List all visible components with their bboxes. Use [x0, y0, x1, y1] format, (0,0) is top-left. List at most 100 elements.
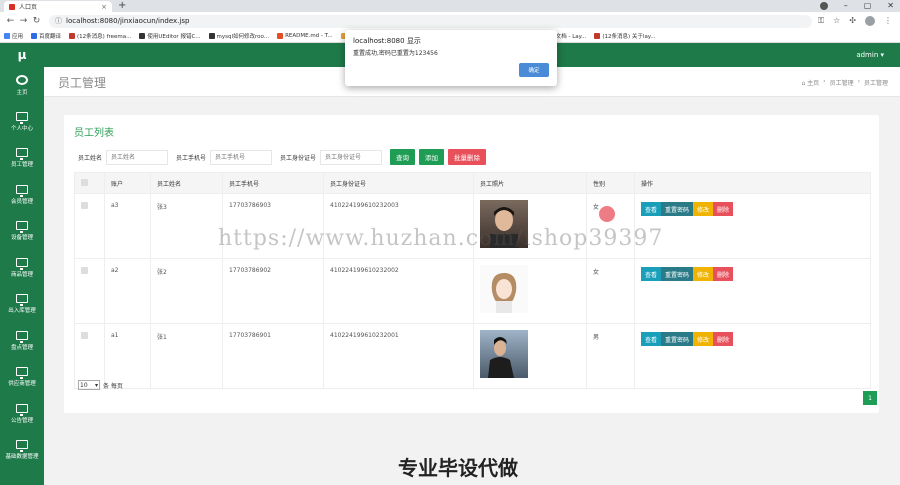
sidebar-item[interactable]: 会员管理 [0, 177, 44, 214]
col-phone: 员工手机号 [222, 172, 324, 194]
browser-tab[interactable]: 人口页 × [4, 1, 112, 12]
sidebar-item[interactable]: 员工管理 [0, 140, 44, 177]
bookmark-item[interactable]: README.md - T... [277, 33, 333, 39]
phone-search-input[interactable] [210, 149, 273, 165]
info-icon[interactable]: ⓘ [55, 16, 62, 26]
promo-caption: 专业毕设代做 [398, 456, 518, 480]
breadcrumb: ⌂ 主页 › 员工管理 › 员工管理 [801, 78, 888, 87]
extensions-icon[interactable]: ✣ [849, 16, 856, 26]
filter-bar: 员工姓名 员工手机号 员工身份证号 查询 添加 批量删除 [78, 149, 487, 165]
url-field[interactable]: ⓘ localhost:8080/jinxiaocun/index.jsp [49, 14, 813, 28]
forward-icon[interactable]: → [17, 16, 30, 26]
bookmark-label: mysql如何修改roo... [216, 34, 270, 40]
view-button[interactable]: 查看 [641, 332, 662, 346]
sidebar-item[interactable]: 盘点管理 [0, 323, 44, 360]
dashboard-icon [16, 74, 28, 85]
bookmark-label: README.md - T... [285, 33, 333, 39]
add-button[interactable]: 添加 [419, 149, 445, 165]
edit-button[interactable]: 修改 [693, 332, 714, 346]
view-button[interactable]: 查看 [641, 202, 662, 216]
alert-dialog: localhost:8080 显示 重置成功,密码已重置为123456 确定 [345, 30, 557, 86]
monitor-icon [16, 294, 28, 307]
breadcrumb-item[interactable]: ⌂ 主页 [801, 78, 819, 87]
bookmark-item[interactable]: 使用UEditor 报错C... [139, 32, 201, 40]
dialog-ok-button[interactable]: 确定 [519, 63, 549, 77]
sidebar-item[interactable]: 出入库管理 [0, 286, 44, 323]
back-icon[interactable]: ← [4, 16, 17, 26]
profile-circle-icon[interactable] [819, 2, 828, 10]
view-button[interactable]: 查看 [641, 267, 662, 281]
app-logo[interactable]: μ [0, 43, 44, 67]
row-actions: 查看 重置密码 修改 删除 [641, 202, 864, 216]
cell-photo [473, 258, 587, 324]
sidebar-item-label: 设备管理 [10, 235, 33, 242]
cell-idcard: 410224199610232001 [323, 323, 474, 389]
bookmark-label: (12条消息) freema... [77, 34, 132, 40]
cell-actions: 查看 重置密码 修改 删除 [634, 258, 871, 324]
page-title: 员工管理 [58, 76, 107, 90]
sidebar-item[interactable]: 商品管理 [0, 250, 44, 287]
star-icon[interactable]: ☆ [833, 16, 840, 26]
key-icon[interactable]: ⚿ [818, 16, 824, 26]
sidebar-item-label: 员工管理 [10, 162, 33, 169]
page-size-select[interactable]: 10 ▾ [78, 380, 100, 390]
delete-button[interactable]: 删除 [713, 332, 734, 346]
menu-icon[interactable]: ⋮ [884, 16, 892, 26]
maximize-icon[interactable]: ▢ [864, 0, 872, 12]
page-size-suffix: 条 每页 [103, 382, 123, 390]
table-header-row: 账户 员工姓名 员工手机号 员工身份证号 员工照片 性别 操作 [74, 172, 871, 194]
reset-password-button[interactable]: 重置密码 [661, 332, 694, 346]
sidebar-item-label: 商品管理 [10, 271, 33, 278]
search-button[interactable]: 查询 [390, 149, 416, 165]
cell-account: a3 [104, 193, 151, 259]
name-search-input[interactable] [106, 149, 169, 165]
row-checkbox[interactable] [81, 332, 88, 339]
admin-menu[interactable]: admin ▾ [856, 43, 884, 67]
cell-phone: 17703786901 [222, 323, 324, 389]
list-title: 员工列表 [74, 128, 114, 139]
breadcrumb-item[interactable]: 员工管理 [830, 78, 854, 87]
reset-password-button[interactable]: 重置密码 [661, 267, 694, 281]
sidebar-item[interactable]: 公告管理 [0, 396, 44, 433]
tab-close-icon[interactable]: × [101, 3, 107, 11]
minimize-icon[interactable]: – [844, 0, 848, 12]
batch-delete-button[interactable]: 批量删除 [448, 149, 487, 165]
row-actions: 查看 重置密码 修改 删除 [641, 332, 864, 346]
reload-icon[interactable]: ↻ [30, 16, 43, 26]
reset-password-button[interactable]: 重置密码 [661, 202, 694, 216]
bookmark-item[interactable]: mysql如何修改roo... [208, 32, 270, 40]
new-tab-button[interactable]: + [118, 0, 126, 12]
sidebar-item[interactable]: 供应商管理 [0, 359, 44, 396]
dialog-title: localhost:8080 显示 [353, 37, 421, 45]
cell-photo [473, 323, 587, 389]
select-all-checkbox[interactable] [81, 178, 88, 186]
sidebar-item[interactable]: 个人中心 [0, 104, 44, 141]
row-actions: 查看 重置密码 修改 删除 [641, 267, 864, 281]
bookmark-favicon-icon [277, 33, 284, 39]
page-number-button[interactable]: 1 [863, 391, 877, 405]
row-checkbox[interactable] [81, 267, 88, 274]
breadcrumb-item[interactable]: 员工管理 [864, 78, 888, 87]
col-idcard: 员工身份证号 [323, 172, 474, 194]
tab-title: 人口页 [19, 4, 38, 11]
bookmark-item[interactable]: 百度翻译 [31, 32, 61, 40]
close-window-icon[interactable]: ✕ [887, 0, 894, 12]
edit-button[interactable]: 修改 [693, 267, 714, 281]
filter-label-idcard: 员工身份证号 [280, 154, 317, 162]
row-checkbox[interactable] [81, 202, 88, 209]
bookmark-item[interactable]: (12条消息) 关于lay... [594, 32, 656, 40]
bookmark-item[interactable]: 应用 [4, 32, 23, 40]
sidebar-item[interactable]: 设备管理 [0, 213, 44, 250]
idcard-search-input[interactable] [320, 149, 383, 165]
profile-avatar-icon[interactable] [865, 16, 875, 26]
edit-button[interactable]: 修改 [693, 202, 714, 216]
bookmark-item[interactable]: (12条消息) freema... [69, 32, 131, 40]
employee-table: 账户 员工姓名 员工手机号 员工身份证号 员工照片 性别 操作 a3 张3 1770… [74, 172, 871, 389]
monitor-icon [16, 184, 28, 197]
sidebar-item[interactable]: 基础数据管理 [0, 432, 44, 469]
cell-gender: 男 [586, 323, 635, 389]
cursor-highlight [599, 206, 615, 222]
delete-button[interactable]: 删除 [713, 202, 734, 216]
sidebar-item[interactable]: 主页 [0, 67, 44, 104]
delete-button[interactable]: 删除 [713, 267, 734, 281]
